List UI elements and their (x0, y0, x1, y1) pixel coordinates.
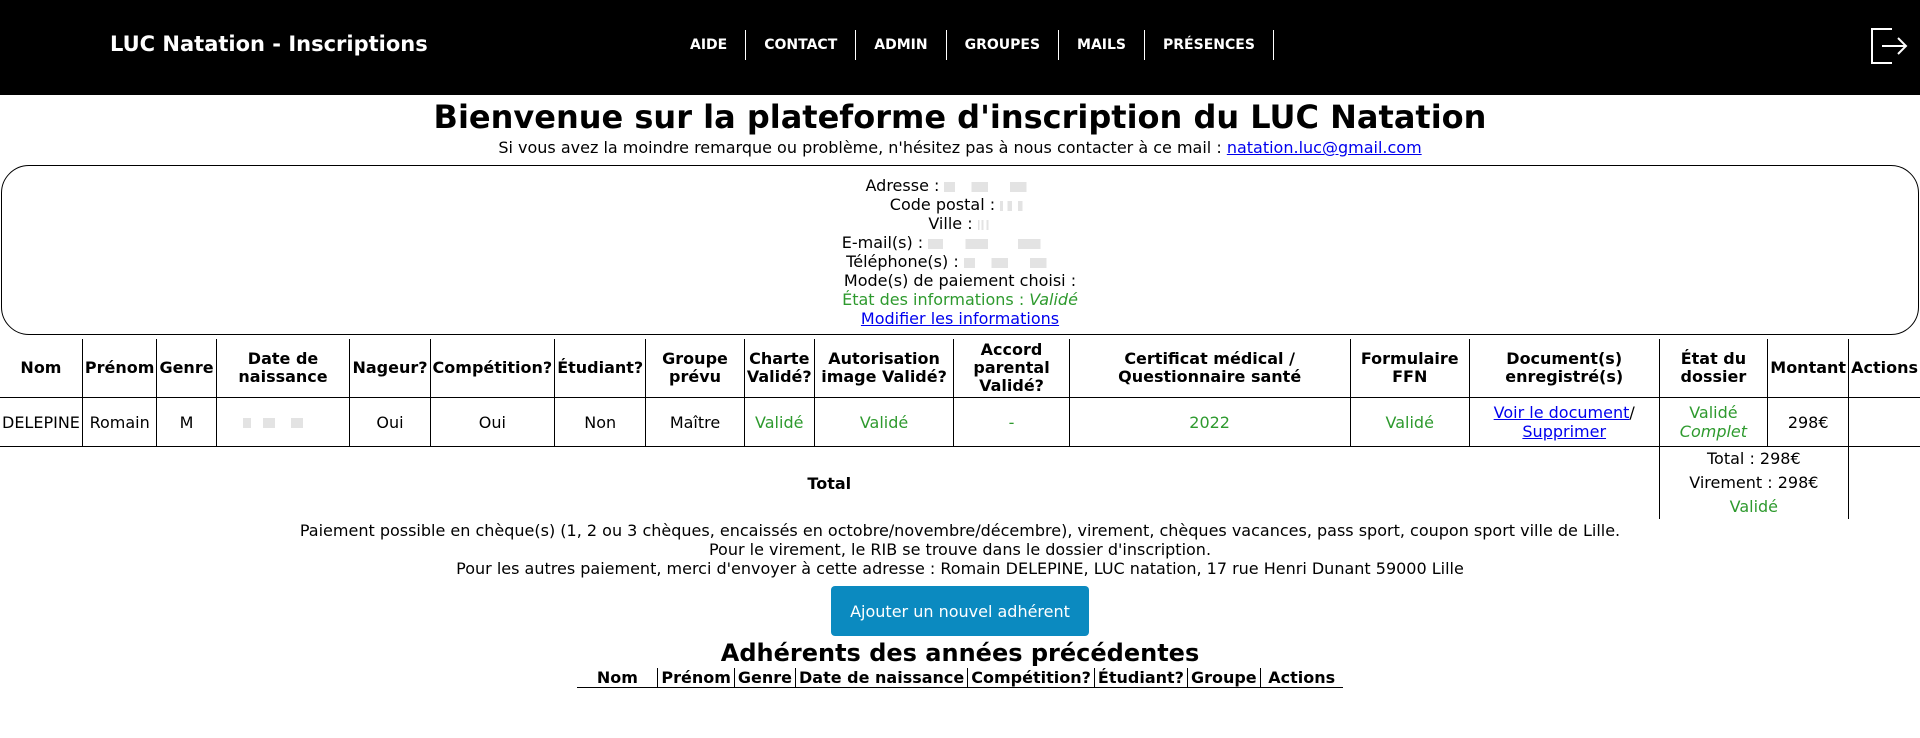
contact-email-link[interactable]: natation.luc@gmail.com (1227, 138, 1422, 157)
cell-documents: Voir le document/ Supprimer (1469, 397, 1660, 447)
prev-col-groupe: Groupe (1187, 668, 1261, 688)
page-title: Bienvenue sur la plateforme d'inscriptio… (433, 98, 1487, 136)
cell-naissance (216, 397, 351, 447)
logout-icon[interactable] (1868, 25, 1910, 67)
modifier-infos-link[interactable]: Modifier les informations (861, 309, 1059, 328)
col-nageur: Nageur? (349, 339, 431, 398)
account-info-box: Adresse : Code postal : Ville : E-mail(s… (1, 165, 1919, 335)
col-etudiant: Étudiant? (554, 339, 647, 398)
total-status: Validé (1729, 497, 1779, 516)
nav-groupes[interactable]: GROUPES (947, 30, 1060, 60)
col-prenom: Prénom (82, 339, 158, 398)
col-montant: Montant (1767, 339, 1850, 398)
total-summary: Total : 298€ Virement : 298€ Validé (1659, 446, 1850, 519)
redacted-value (944, 181, 1055, 192)
total-label: Total (0, 446, 1660, 519)
redacted-value (963, 257, 1074, 268)
top-bar: LUC Natation - Inscriptions AIDE CONTACT… (0, 0, 1920, 95)
cell-nageur: Oui (349, 397, 431, 447)
previous-members-table: Nom Prénom Genre Date de naissance Compé… (577, 668, 1343, 688)
col-documents: Document(s) enregistré(s) (1469, 339, 1660, 398)
nav-presences[interactable]: PRÉSENCES (1145, 30, 1274, 60)
col-naissance: Date de naissance (216, 339, 351, 398)
table-row: DELEPINE Romain M Oui Oui Non Maître Val… (0, 397, 1920, 447)
etat-info-label: État des informations : (842, 290, 1025, 309)
cell-etudiant: Non (554, 397, 647, 447)
cell-competition: Oui (430, 397, 556, 447)
cell-actions (1849, 398, 1920, 447)
cell-montant: 298€ (1767, 397, 1850, 447)
nav-contact[interactable]: CONTACT (746, 30, 857, 60)
redacted-value (928, 238, 1079, 249)
col-etat: État du dossier (1659, 339, 1769, 398)
code-postal-label: Code postal : (889, 195, 996, 214)
prev-col-naissance: Date de naissance (795, 668, 969, 688)
redacted-value (1000, 200, 1031, 211)
paiement-label: Mode(s) de paiement choisi : (843, 271, 1077, 290)
col-certificat: Certificat médical / Questionnaire santé (1069, 339, 1351, 398)
nav-admin[interactable]: ADMIN (856, 30, 947, 60)
col-actions: Actions (1851, 358, 1918, 377)
main-nav: AIDE CONTACT ADMIN GROUPES MAILS PRÉSENC… (676, 30, 1274, 60)
redacted-value (977, 219, 992, 230)
etat-valide: Validé (1689, 403, 1738, 422)
cell-genre: M (156, 397, 217, 447)
prev-col-competition: Compétition? (967, 668, 1095, 688)
total-actions (1849, 447, 1920, 520)
prev-col-prenom: Prénom (657, 668, 735, 688)
total-virement: Virement : 298€ (1689, 473, 1819, 492)
nav-aide[interactable]: AIDE (676, 30, 747, 60)
etat-info-value: Validé (1029, 290, 1078, 309)
nav-mails[interactable]: MAILS (1059, 30, 1146, 60)
members-table: Nom Prénom Genre Date de naissance Nageu… (0, 339, 1920, 519)
previous-members-title: Adhérents des années précédentes (720, 639, 1200, 667)
prev-col-actions: Actions (1260, 668, 1343, 688)
col-competition: Compétition? (430, 339, 556, 398)
cell-accord: - (953, 397, 1070, 447)
telephone-label: Téléphone(s) : (846, 252, 959, 271)
cell-etat: Validé Complet (1659, 397, 1769, 447)
col-accord: Accord parental Validé? (953, 339, 1070, 398)
cell-prenom: Romain (82, 397, 158, 447)
col-autorisation: Autorisation image Validé? (814, 339, 955, 398)
col-charte: Charte Validé? (744, 339, 815, 398)
col-groupe: Groupe prévu (645, 339, 745, 398)
cell-certificat: 2022 (1069, 397, 1351, 447)
cell-nom: DELEPINE (0, 397, 83, 447)
contact-text: Si vous avez la moindre remarque ou prob… (498, 138, 1222, 157)
redacted-value (243, 418, 324, 428)
doc-separator: / (1629, 403, 1635, 422)
app-title: LUC Natation - Inscriptions (110, 32, 428, 56)
payment-note: Pour le virement, le RIB se trouve dans … (708, 540, 1212, 559)
adresse-label: Adresse : (865, 176, 940, 195)
payment-note: Pour les autres paiement, merci d'envoye… (456, 559, 1464, 578)
col-genre: Genre (156, 339, 217, 398)
total-row: Total Total : 298€ Virement : 298€ Valid… (0, 446, 1920, 520)
contact-line: Si vous avez la moindre remarque ou prob… (0, 137, 1920, 159)
add-member-button[interactable]: Ajouter un nouvel adhérent (831, 586, 1089, 636)
supprimer-document-link[interactable]: Supprimer (1522, 422, 1606, 441)
payment-notes: Paiement possible en chèque(s) (1, 2 ou … (0, 521, 1920, 578)
prev-col-genre: Genre (734, 668, 797, 688)
col-nom: Nom (0, 339, 83, 398)
col-ffn: Formulaire FFN (1350, 339, 1470, 398)
voir-document-link[interactable]: Voir le document (1494, 403, 1630, 422)
cell-autorisation: Validé (814, 397, 955, 447)
etat-complet: Complet (1679, 422, 1748, 441)
payment-note: Paiement possible en chèque(s) (1, 2 ou … (299, 521, 1621, 540)
total-amount: Total : 298€ (1707, 449, 1801, 468)
cell-ffn: Validé (1350, 397, 1470, 447)
cell-groupe: Maître (645, 397, 745, 447)
ville-label: Ville : (928, 214, 973, 233)
email-label: E-mail(s) : (841, 233, 924, 252)
prev-col-nom: Nom (577, 668, 659, 688)
prev-col-etudiant: Étudiant? (1094, 668, 1188, 688)
cell-charte: Validé (744, 397, 815, 447)
